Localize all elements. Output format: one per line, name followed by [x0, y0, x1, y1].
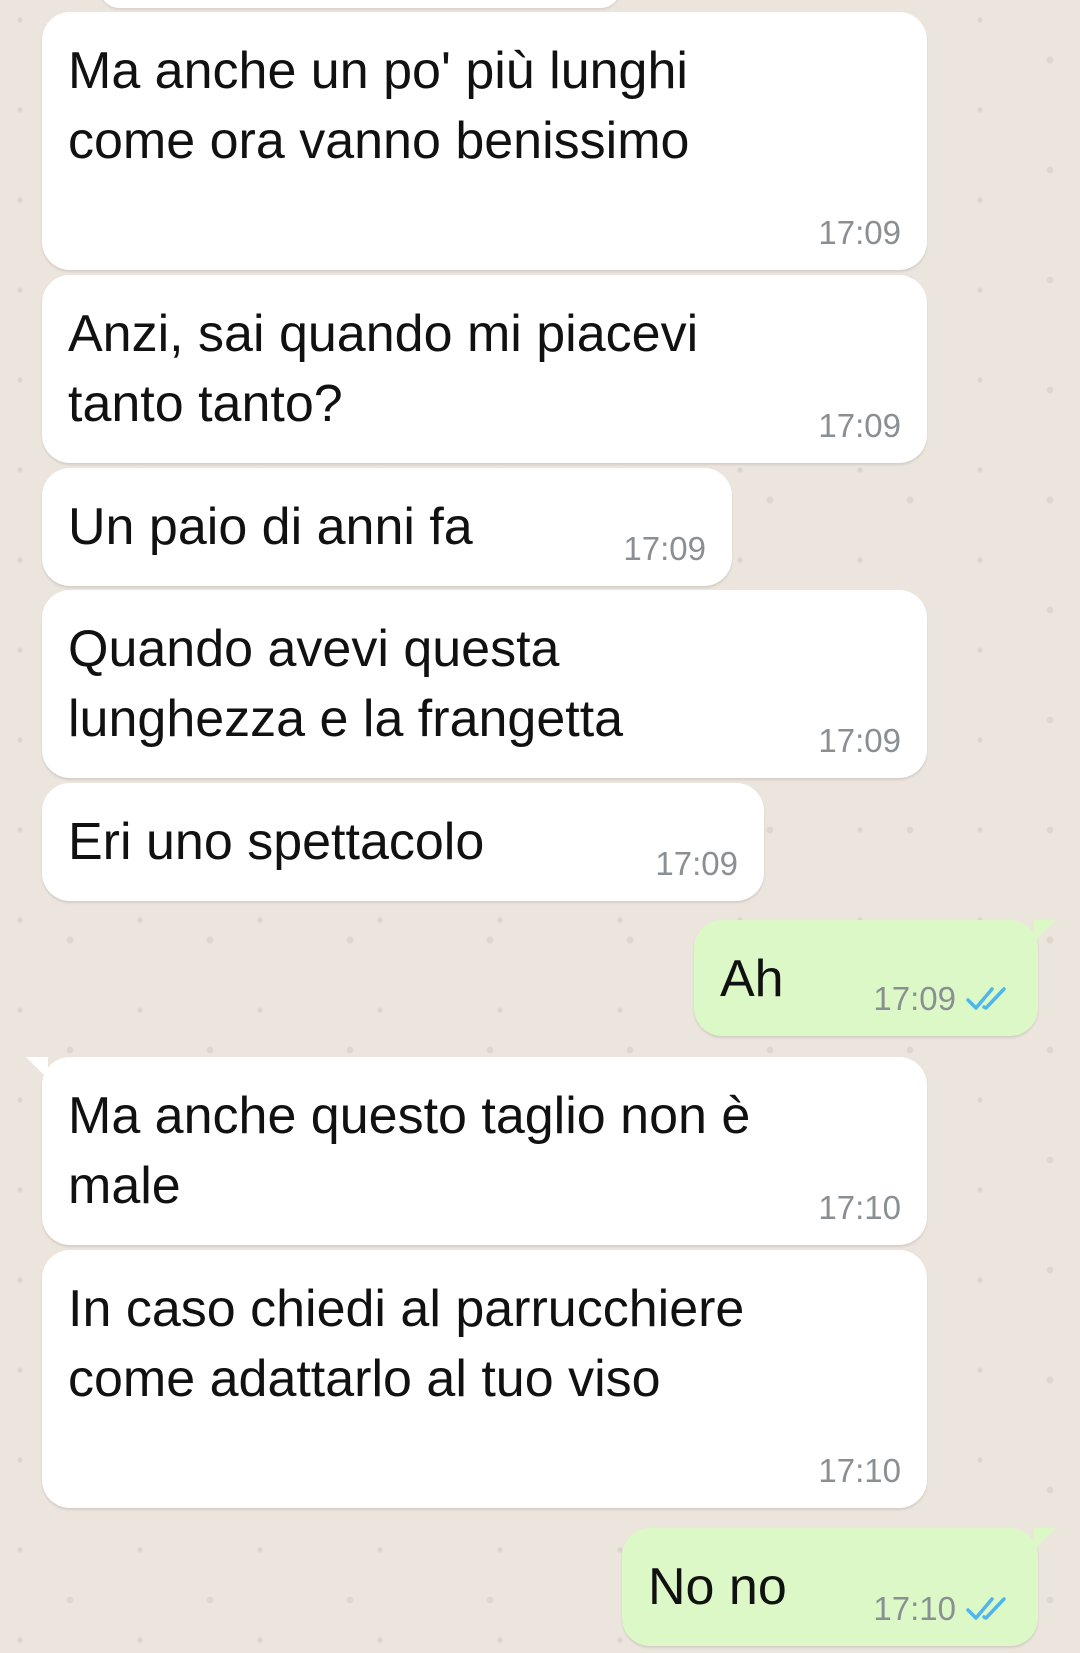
message-timestamp: 17:10 — [818, 1189, 901, 1226]
chat-area[interactable]: Ma anche un po' più lunghi come ora vann… — [0, 0, 1080, 1653]
message-timestamp: 17:09 — [818, 214, 901, 251]
message-meta: 17:09 — [818, 214, 901, 252]
message-text: Eri uno spettacolo — [68, 813, 485, 871]
message-text: Anzi, sai quando mi piacevi tanto tanto? — [68, 305, 699, 433]
previous-message-fragment — [100, 0, 620, 8]
message-meta: 17:10 — [818, 1189, 901, 1227]
message-text: Ma anche questo taglio non è male — [68, 1087, 751, 1215]
message-bubble-outgoing[interactable]: No no 17:10 — [622, 1528, 1056, 1646]
message-meta: 17:09 — [623, 530, 706, 568]
message-timestamp: 17:09 — [818, 407, 901, 444]
message-timestamp: 17:09 — [818, 722, 901, 759]
message-text: In caso chiedi al parrucchiere come adat… — [68, 1280, 745, 1408]
message-meta: 17:09 — [873, 980, 1012, 1018]
message-bubble-incoming[interactable]: Un paio di anni fa 17:09 — [42, 468, 732, 586]
message-meta: 17:09 — [655, 845, 738, 883]
double-check-icon — [966, 987, 1006, 1010]
message-bubble-incoming[interactable]: Eri uno spettacolo 17:09 — [42, 783, 764, 901]
message-meta: 17:09 — [818, 407, 901, 445]
message-bubble-incoming[interactable]: Anzi, sai quando mi piacevi tanto tanto?… — [42, 275, 927, 463]
message-timestamp: 17:09 — [655, 845, 738, 882]
message-text: No no — [648, 1558, 787, 1616]
message-bubble-incoming[interactable]: Ma anche un po' più lunghi come ora vann… — [42, 12, 927, 270]
message-text: Un paio di anni fa — [68, 498, 473, 556]
message-bubble-incoming[interactable]: In caso chiedi al parrucchiere come adat… — [42, 1250, 927, 1508]
message-meta: 17:10 — [873, 1590, 1012, 1628]
message-text: Ah — [720, 950, 784, 1008]
message-timestamp: 17:10 — [818, 1452, 901, 1489]
message-text: Quando avevi questa lunghezza e la frang… — [68, 620, 624, 748]
message-meta: 17:10 — [818, 1452, 901, 1490]
message-timestamp: 17:09 — [873, 980, 956, 1017]
message-bubble-outgoing[interactable]: Ah 17:09 — [694, 920, 1056, 1036]
message-meta: 17:09 — [818, 722, 901, 760]
message-bubble-incoming[interactable]: Ma anche questo taglio non è male 17:10 — [26, 1057, 927, 1245]
double-check-icon — [966, 1597, 1006, 1620]
message-timestamp: 17:09 — [623, 530, 706, 567]
message-text: Ma anche un po' più lunghi come ora vann… — [68, 42, 690, 170]
message-timestamp: 17:10 — [873, 1590, 956, 1627]
message-bubble-incoming[interactable]: Quando avevi questa lunghezza e la frang… — [42, 590, 927, 778]
